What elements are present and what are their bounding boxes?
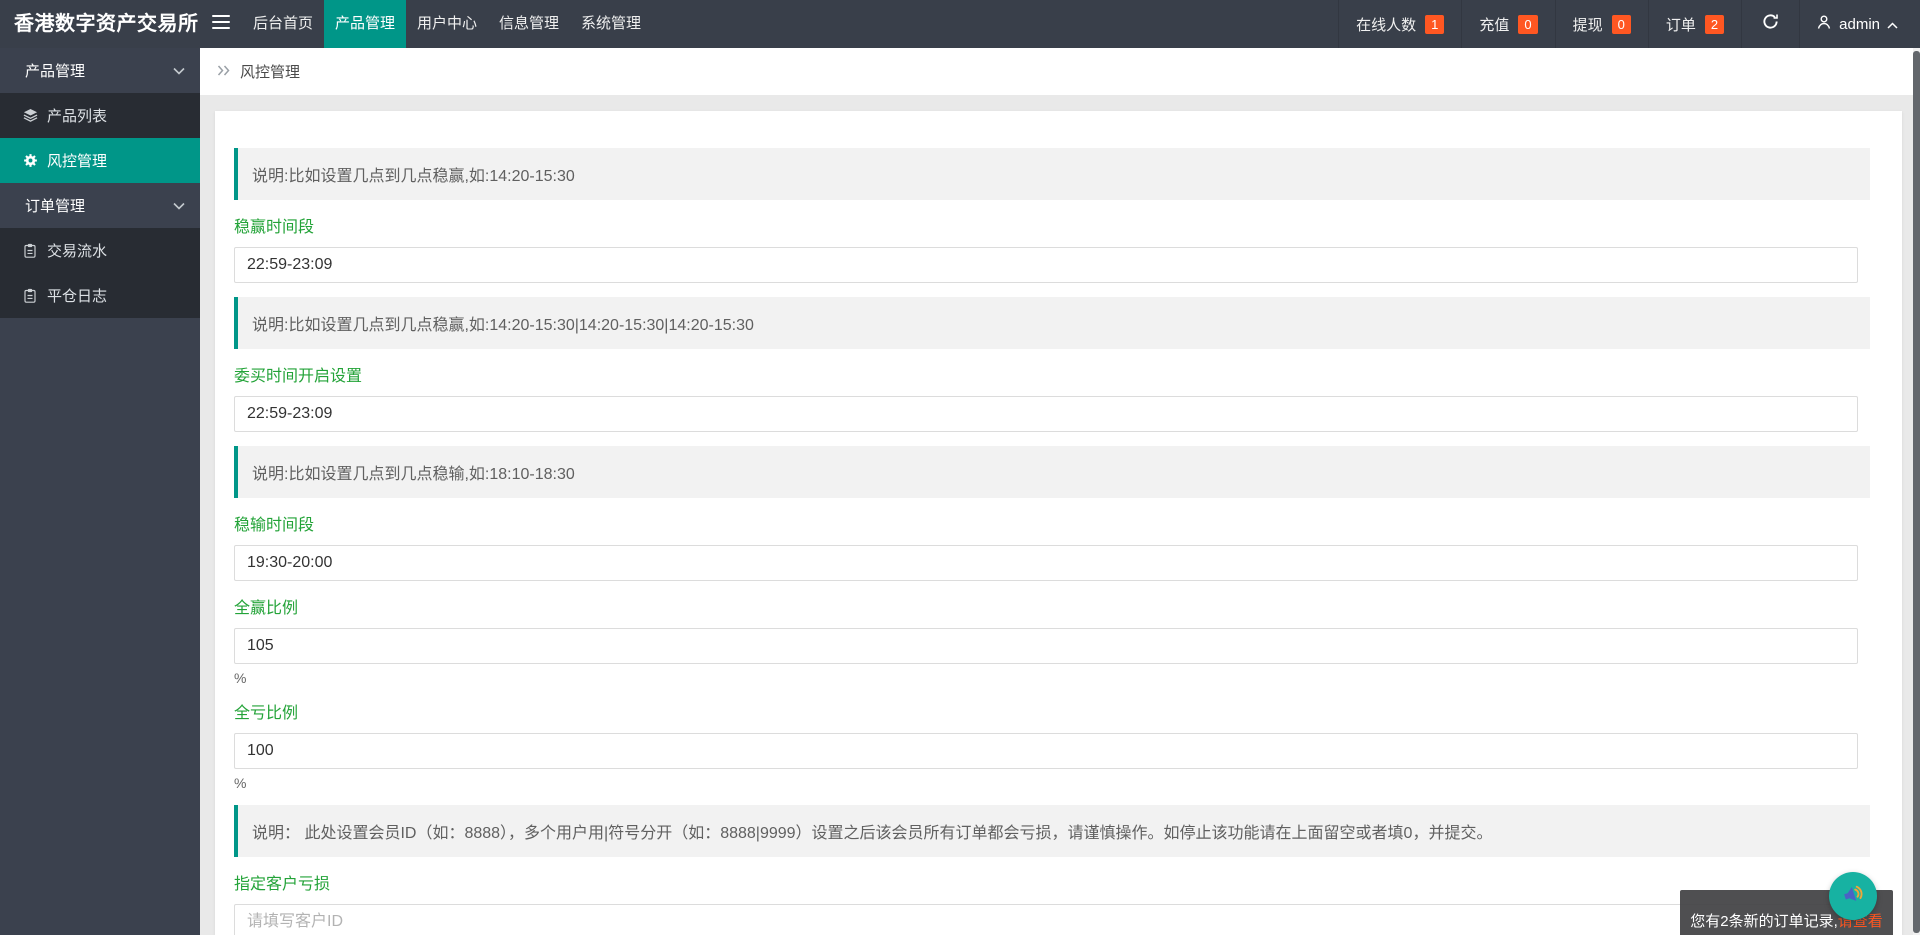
label-buy-time: 委买时间开启设置 <box>234 368 363 385</box>
note-lose-time: 说明:比如设置几点到几点稳输,如:18:10-18:30 <box>234 446 1870 498</box>
win-time-input[interactable] <box>234 247 1858 283</box>
sidebar-item-trade-flow[interactable]: 交易流水 <box>0 228 200 273</box>
toast-message: 您有2条新的订单记录, <box>1690 912 1838 930</box>
chevron-down-icon <box>173 62 185 79</box>
sidebar-item-risk-management[interactable]: 风控管理 <box>0 138 200 183</box>
sidebar-item-product-list[interactable]: 产品列表 <box>0 93 200 138</box>
nav-tab-products[interactable]: 产品管理 <box>324 0 406 48</box>
percent-suffix: % <box>234 670 247 686</box>
admin-username: admin <box>1839 15 1880 33</box>
label-full-lose-ratio: 全亏比例 <box>234 705 299 722</box>
sidebar-item-close-log[interactable]: 平仓日志 <box>0 273 200 318</box>
refresh-button[interactable] <box>1741 0 1799 48</box>
buy-time-input[interactable] <box>234 396 1858 432</box>
note-buy-time: 说明:比如设置几点到几点稳赢,如:14:20-15:30|14:20-15:30… <box>234 297 1870 349</box>
client-loss-input[interactable] <box>234 904 1858 935</box>
stat-orders[interactable]: 订单 2 <box>1647 0 1741 48</box>
full-win-ratio-input[interactable] <box>234 628 1858 664</box>
withdrawal-count-badge: 0 <box>1611 14 1631 34</box>
sidebar-item-label: 产品列表 <box>47 108 108 125</box>
lose-time-input[interactable] <box>234 545 1858 581</box>
stat-online-users[interactable]: 在线人数 1 <box>1338 0 1461 48</box>
vertical-scrollbar <box>1913 48 1920 935</box>
sidebar: 产品管理 产品列表 风控管理 订单管理 交易流水 平仓日志 <box>0 48 200 935</box>
percent-suffix: % <box>234 775 247 791</box>
navbar-right: 在线人数 1 充值 0 提现 0 订单 2 admin <box>1338 0 1920 48</box>
sidebar-group-label: 订单管理 <box>25 198 86 215</box>
stat-label: 提现 <box>1572 16 1603 34</box>
admin-menu[interactable]: admin <box>1799 0 1920 48</box>
nav-tab-dashboard[interactable]: 后台首页 <box>242 0 324 48</box>
stat-label: 充值 <box>1479 16 1510 34</box>
sidebar-item-label: 风控管理 <box>47 153 108 170</box>
risk-settings-form: 说明:比如设置几点到几点稳赢,如:14:20-15:30 稳赢时间段 说明:比如… <box>215 111 1902 935</box>
sidebar-toggle-button[interactable] <box>200 0 242 48</box>
chevron-up-icon <box>1887 16 1898 33</box>
refresh-icon <box>1762 13 1779 35</box>
double-chevron-icon <box>217 63 231 81</box>
sidebar-item-label: 交易流水 <box>47 243 108 260</box>
chevron-down-icon <box>173 197 185 214</box>
label-full-win-ratio: 全赢比例 <box>234 600 299 617</box>
layers-icon <box>22 108 38 123</box>
label-lose-time: 稳输时间段 <box>234 517 315 534</box>
clipboard-icon <box>22 288 38 303</box>
hamburger-icon <box>212 14 230 34</box>
label-win-time: 稳赢时间段 <box>234 219 315 236</box>
note-win-time: 说明:比如设置几点到几点稳赢,如:14:20-15:30 <box>234 148 1870 200</box>
sidebar-group-products[interactable]: 产品管理 <box>0 48 200 93</box>
nav-tab-users[interactable]: 用户中心 <box>406 0 488 48</box>
admin-screen: 香港数字资产交易所 后台首页 产品管理 用户中心 信息管理 系统管理 在线人数 … <box>0 0 1920 935</box>
stat-deposits[interactable]: 充值 0 <box>1461 0 1554 48</box>
scrollbar-thumb[interactable] <box>1913 51 1920 933</box>
stat-label: 在线人数 <box>1356 16 1417 34</box>
note-member-id: 说明： 此处设置会员ID（如：8888），多个用户用|符号分开（如：8888|9… <box>234 805 1870 857</box>
stat-withdrawals[interactable]: 提现 0 <box>1554 0 1648 48</box>
clipboard-icon <box>22 243 38 258</box>
deposit-count-badge: 0 <box>1518 14 1538 34</box>
gear-icon <box>22 153 38 168</box>
full-lose-ratio-input[interactable] <box>234 733 1858 769</box>
sidebar-group-orders[interactable]: 订单管理 <box>0 183 200 228</box>
main-nav: 后台首页 产品管理 用户中心 信息管理 系统管理 <box>242 0 652 48</box>
sound-notification-button[interactable] <box>1829 872 1877 920</box>
sidebar-item-label: 平仓日志 <box>47 288 108 305</box>
nav-tab-info[interactable]: 信息管理 <box>488 0 570 48</box>
nav-tab-system[interactable]: 系统管理 <box>570 0 652 48</box>
sidebar-group-label: 产品管理 <box>25 63 86 80</box>
stat-label: 订单 <box>1665 16 1696 34</box>
order-count-badge: 2 <box>1704 14 1725 34</box>
app-logo: 香港数字资产交易所 <box>14 13 199 35</box>
speaker-icon <box>1840 881 1866 912</box>
person-icon <box>1816 14 1832 34</box>
online-count-badge: 1 <box>1425 14 1445 34</box>
page-title: 风控管理 <box>240 64 301 81</box>
label-client-loss: 指定客户亏损 <box>234 876 331 893</box>
top-navbar: 香港数字资产交易所 后台首页 产品管理 用户中心 信息管理 系统管理 在线人数 … <box>0 0 1920 48</box>
breadcrumb: 风控管理 <box>200 48 1913 95</box>
